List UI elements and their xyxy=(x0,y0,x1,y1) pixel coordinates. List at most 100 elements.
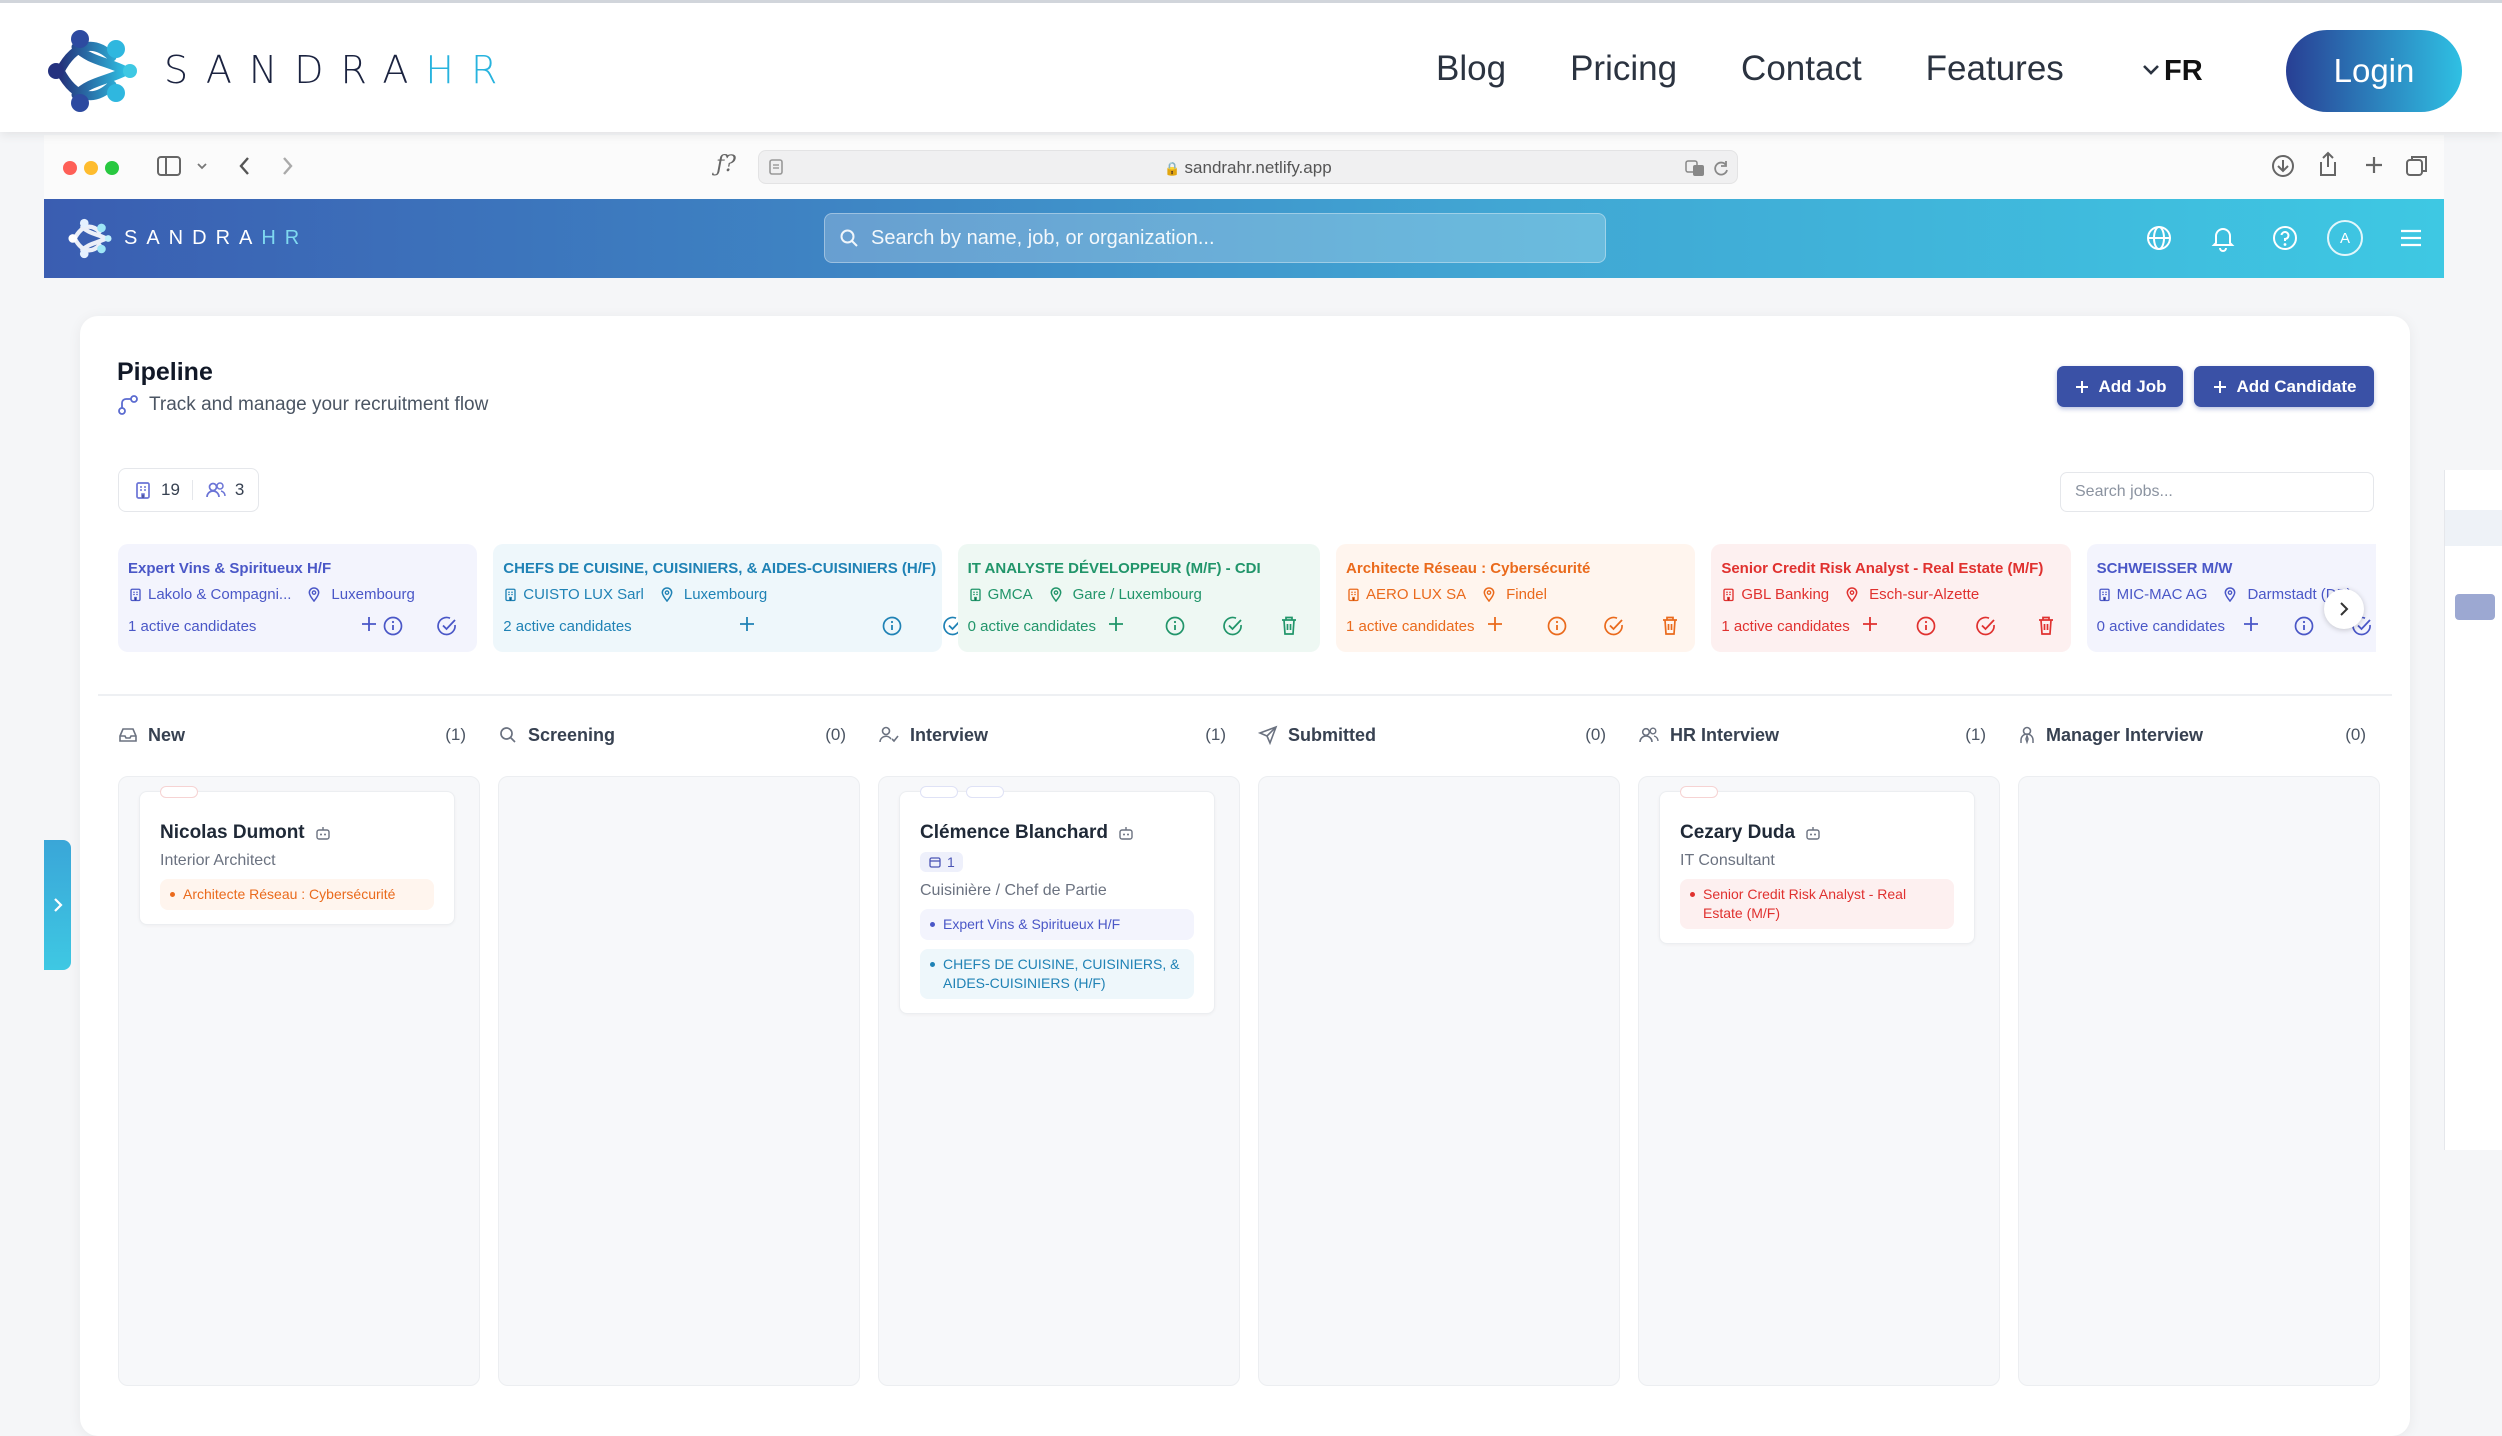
job-card[interactable]: Senior Credit Risk Analyst - Real Estate… xyxy=(1711,544,2071,652)
help-circle-icon[interactable] xyxy=(2270,223,2300,253)
job-title[interactable]: Expert Vins & Spiritueux H/F xyxy=(128,560,467,577)
info-icon[interactable] xyxy=(1915,615,1937,637)
candidate-name[interactable]: Clémence Blanchard xyxy=(920,822,1108,844)
new-tab-plus-icon[interactable] xyxy=(2362,153,2386,177)
info-icon[interactable] xyxy=(2293,615,2315,637)
robot-icon xyxy=(1119,827,1133,840)
sidebar-toggle-icon[interactable] xyxy=(156,155,182,177)
trash-icon[interactable] xyxy=(1279,615,1299,637)
job-meta: AERO LUX SA Findel xyxy=(1346,586,1685,603)
inbox-icon xyxy=(118,725,148,745)
search-icon xyxy=(498,725,528,745)
job-card[interactable]: Architecte Réseau : Cybersécurité AERO L… xyxy=(1336,544,1696,652)
candidate-job-tag[interactable]: Senior Credit Risk Analyst - Real Estate… xyxy=(1680,879,1954,929)
share-icon[interactable] xyxy=(2316,150,2340,178)
plus-icon[interactable] xyxy=(1107,615,1125,633)
window-zoom-dot[interactable] xyxy=(105,161,119,175)
pipeline-stats: 19 3 xyxy=(118,468,260,512)
chevron-down-icon xyxy=(2142,65,2159,75)
plus-icon[interactable] xyxy=(738,615,756,633)
jobs-scroll-next-button[interactable] xyxy=(2324,589,2364,629)
column-header: Submitted (0) xyxy=(1258,720,1620,750)
column-title: New xyxy=(148,724,186,745)
trash-icon[interactable] xyxy=(2036,615,2056,637)
job-title[interactable]: SCHWEISSER M/W xyxy=(2097,560,2376,577)
address-bar[interactable]: 🔒 sandrahr.netlify.app xyxy=(758,150,1738,184)
candidate-name[interactable]: Cezary Duda xyxy=(1680,822,1795,844)
plus-icon[interactable] xyxy=(1861,615,1879,633)
app-logo[interactable]: SANDRAHR xyxy=(68,217,308,259)
back-arrow-icon[interactable] xyxy=(236,153,254,179)
candidate-status-chip xyxy=(1680,786,1718,798)
candidate-card[interactable]: Nicolas Dumont Interior Architect Archit… xyxy=(139,786,455,925)
check-circle-icon[interactable] xyxy=(1222,615,1244,637)
add-candidate-button[interactable]: Add Candidate xyxy=(2194,366,2374,407)
job-title[interactable]: IT ANALYSTE DÉVELOPPEUR (M/F) - CDI xyxy=(968,560,1311,577)
candidate-job-tag[interactable]: CHEFS DE CUISINE, CUISINIERS, & AIDES-CU… xyxy=(920,948,1194,999)
info-icon[interactable] xyxy=(881,615,903,637)
chevron-right-icon xyxy=(53,898,63,912)
nav-link-pricing[interactable]: Pricing xyxy=(1570,49,1677,89)
reload-icon[interactable] xyxy=(1711,158,1731,178)
tabs-overview-icon[interactable] xyxy=(2404,153,2430,179)
chevron-down-icon[interactable] xyxy=(196,161,208,171)
job-title[interactable]: CHEFS DE CUISINE, CUISINIERS, & AIDES-CU… xyxy=(503,560,936,577)
check-circle-icon[interactable] xyxy=(1975,615,1997,637)
url-text: 🔒 sandrahr.netlify.app xyxy=(1164,158,1332,177)
candidate-job-tag[interactable]: Expert Vins & Spiritueux H/F xyxy=(920,909,1194,940)
translate-icon[interactable] xyxy=(1685,159,1705,177)
nav-link-blog[interactable]: Blog xyxy=(1436,49,1506,89)
download-icon[interactable] xyxy=(2270,153,2296,179)
global-search-input[interactable]: Search by name, job, or organization... xyxy=(824,213,1606,263)
building-icon xyxy=(1348,588,1359,602)
column-title: Submitted xyxy=(1288,724,1376,745)
column-dropzone[interactable]: Clémence Blanchard 1 Cuisinière / Chef d… xyxy=(878,776,1240,1386)
job-search-input[interactable] xyxy=(2060,472,2374,512)
plus-icon[interactable] xyxy=(2242,615,2260,633)
candidate-job-tag[interactable]: Architecte Réseau : Cybersécurité xyxy=(160,879,434,910)
check-circle-icon[interactable] xyxy=(1603,615,1625,637)
forward-arrow-icon[interactable] xyxy=(278,153,296,179)
window-minimize-dot[interactable] xyxy=(84,161,98,175)
plus-icon[interactable] xyxy=(1486,615,1504,633)
candidate-card[interactable]: Clémence Blanchard 1 Cuisinière / Chef d… xyxy=(899,786,1215,1014)
menu-icon[interactable] xyxy=(2396,223,2426,253)
window-close-dot[interactable] xyxy=(63,161,77,175)
job-title[interactable]: Architecte Réseau : Cybersécurité xyxy=(1346,560,1685,577)
info-icon[interactable] xyxy=(1546,615,1568,637)
column-dropzone[interactable] xyxy=(2018,776,2380,1386)
bell-icon[interactable] xyxy=(2208,223,2238,253)
plus-icon[interactable] xyxy=(360,615,378,633)
function-icon[interactable]: ƒ? xyxy=(716,152,736,177)
column-dropzone[interactable]: Cezary Duda IT Consultant Senior Credit … xyxy=(1638,776,2000,1386)
candidate-name[interactable]: Nicolas Dumont xyxy=(160,822,305,844)
column-dropzone[interactable] xyxy=(498,776,860,1386)
column-header: Screening (0) xyxy=(498,720,860,750)
login-button[interactable]: Login xyxy=(2286,30,2462,112)
trash-icon[interactable] xyxy=(1660,615,1680,637)
globe-icon[interactable] xyxy=(2144,223,2174,253)
check-circle-icon[interactable] xyxy=(436,615,458,637)
plus-icon xyxy=(2213,380,2226,393)
nav-features-dropdown[interactable]: Features xyxy=(1926,49,2162,89)
building-icon xyxy=(505,588,516,602)
add-job-button[interactable]: Add Job xyxy=(2057,366,2183,407)
job-meta: GMCA Gare / Luxembourg xyxy=(968,586,1311,603)
user-avatar[interactable]: A xyxy=(2327,220,2363,256)
column-dropzone[interactable]: Nicolas Dumont Interior Architect Archit… xyxy=(118,776,480,1386)
job-card[interactable]: CHEFS DE CUISINE, CUISINIERS, & AIDES-CU… xyxy=(493,544,1016,652)
info-icon[interactable] xyxy=(382,615,404,637)
candidate-status-chip xyxy=(920,786,958,798)
candidate-card[interactable]: Cezary Duda IT Consultant Senior Credit … xyxy=(1659,786,1975,944)
sidebar-expand-tab[interactable] xyxy=(44,840,71,970)
job-card[interactable]: IT ANALYSTE DÉVELOPPEUR (M/F) - CDI GMCA… xyxy=(957,544,1321,652)
column-dropzone[interactable] xyxy=(1258,776,1620,1386)
pipeline-column-screening: Screening (0) xyxy=(498,720,860,1386)
site-logo[interactable]: SANDRAHR xyxy=(46,27,514,113)
language-switch[interactable]: FR xyxy=(2164,55,2203,88)
job-meta: CUISTO LUX Sarl Luxembourg xyxy=(503,586,931,603)
info-icon[interactable] xyxy=(1164,615,1186,637)
job-title[interactable]: Senior Credit Risk Analyst - Real Estate… xyxy=(1721,560,2060,577)
job-card[interactable]: Expert Vins & Spiritueux H/F Lakolo & Co… xyxy=(118,544,511,652)
nav-link-contact[interactable]: Contact xyxy=(1741,49,1862,89)
